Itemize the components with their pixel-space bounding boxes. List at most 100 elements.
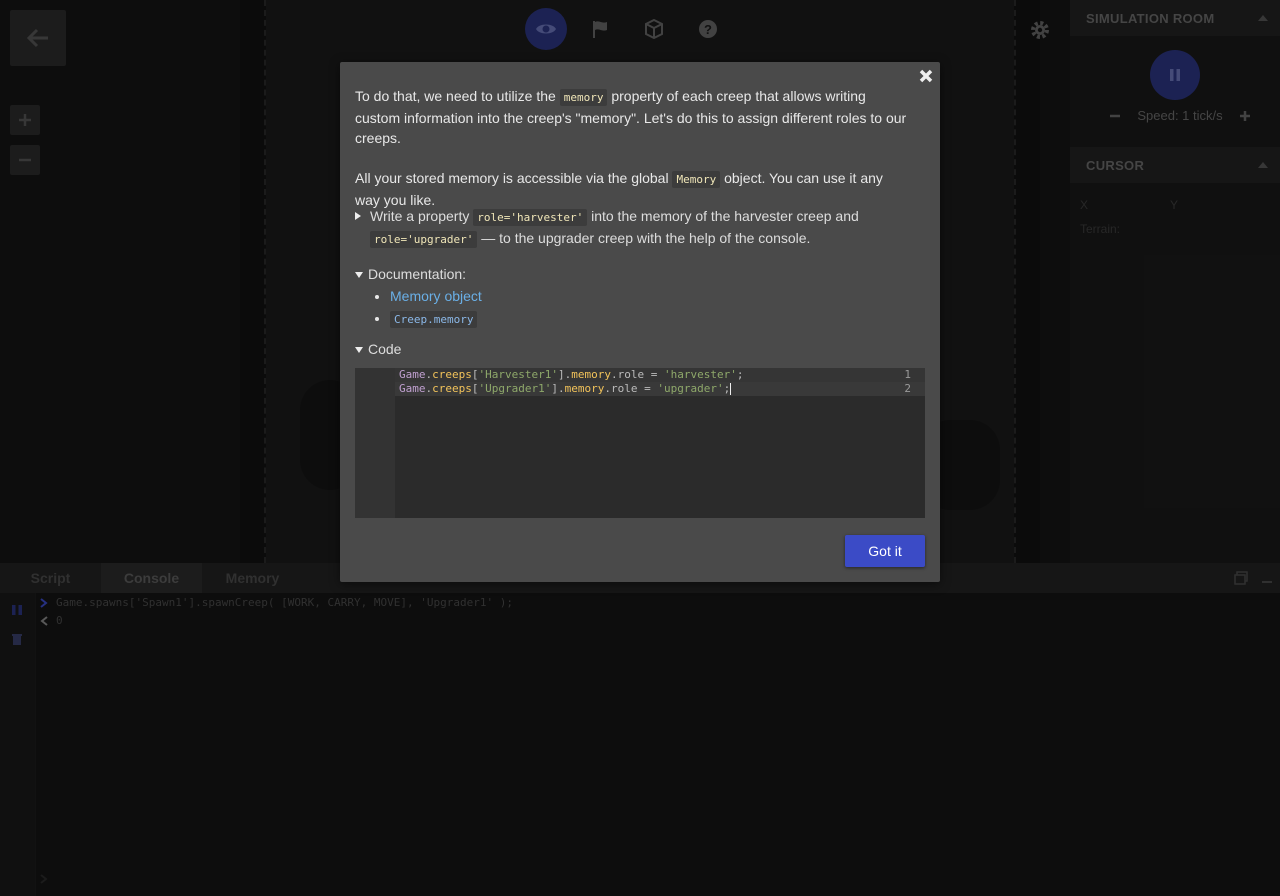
inline-code-Memory: Memory	[672, 171, 721, 188]
tab-script[interactable]: Script	[0, 563, 101, 593]
right-panel: SIMULATION ROOM Speed: 1 tick/s CURSOR X…	[1070, 0, 1280, 563]
tab-memory[interactable]: Memory	[202, 563, 303, 593]
cursor-header[interactable]: CURSOR	[1070, 147, 1280, 183]
tab-console[interactable]: Console	[101, 563, 202, 593]
inline-code-memory: memory	[559, 89, 608, 106]
code-token: .role =	[604, 382, 658, 395]
cursor-title: CURSOR	[1086, 157, 1145, 173]
memory-object-link[interactable]: Memory object	[390, 288, 482, 304]
code-token: [	[471, 368, 479, 381]
collapse-icon[interactable]	[1258, 15, 1268, 21]
text-run: To do that, we need to utilize the	[355, 88, 560, 104]
map-wall-left	[240, 0, 266, 563]
speed-decrease-icon[interactable]	[1110, 111, 1120, 121]
documentation-list: Memory object Creep.memory	[375, 286, 482, 330]
gear-icon	[1031, 21, 1049, 39]
pause-icon	[1170, 69, 1180, 81]
simulation-room-title: SIMULATION ROOM	[1086, 10, 1215, 26]
caret-down-icon	[355, 347, 363, 354]
code-token: ].	[551, 382, 565, 395]
paragraph-global-memory: All your stored memory is accessible via…	[355, 168, 910, 210]
console-input-line[interactable]	[40, 874, 48, 884]
popout-icon	[1234, 571, 1248, 585]
code-token: memory	[571, 368, 611, 381]
zoom-out-icon	[19, 158, 31, 162]
console-clear-button[interactable]	[11, 633, 23, 651]
speed-label: Speed: 1 tick/s	[1137, 108, 1223, 123]
code-token: 'upgrader'	[657, 382, 724, 395]
collapse-icon[interactable]	[1258, 162, 1268, 168]
tutorial-modal: To do that, we need to utilize the memor…	[340, 62, 940, 582]
zoom-in-icon	[19, 114, 31, 126]
trash-icon	[12, 634, 22, 645]
code-token: ].	[557, 368, 572, 381]
creep-memory-link[interactable]: Creep.memory	[390, 311, 478, 328]
line-number: 1	[904, 368, 911, 381]
code-token: Game	[399, 368, 426, 381]
code-editor[interactable]: 1 2 Game.creeps['Harvester1'].memory.rol…	[355, 368, 925, 518]
minimize-button[interactable]	[1254, 563, 1280, 593]
close-button[interactable]	[918, 68, 934, 84]
documentation-toggle[interactable]: Documentation:	[355, 266, 466, 282]
documentation-title: Documentation:	[368, 266, 467, 282]
pause-icon	[12, 605, 22, 615]
doc-item: Creep.memory	[390, 308, 482, 330]
text-run: Write a property	[370, 208, 474, 224]
speed-increase-icon[interactable]	[1240, 110, 1250, 121]
zoom-out-button[interactable]	[10, 145, 40, 175]
task-text: Write a property role='harvester' into t…	[355, 206, 910, 250]
console-result-text: 0	[56, 614, 63, 627]
text-run: — to the upgrader creep with the help of…	[477, 230, 811, 246]
help-icon: ?	[699, 20, 717, 38]
prompt-chevron-icon	[40, 874, 48, 884]
top-toolbar: ?	[525, 8, 729, 50]
code-title: Code	[368, 341, 402, 357]
code-token: 'harvester'	[663, 368, 737, 381]
svg-text:?: ?	[704, 22, 712, 37]
construct-tool-button[interactable]	[633, 8, 675, 50]
code-token: .role =	[610, 368, 664, 381]
help-tool-button[interactable]: ?	[687, 8, 729, 50]
console-command-line: Game.spawns['Spawn1'].spawnCreep( [WORK,…	[40, 596, 513, 609]
code-token: [	[471, 382, 479, 395]
console-output[interactable]: Game.spawns['Spawn1'].spawnCreep( [WORK,…	[36, 593, 1280, 896]
inline-code-role-harvester: role='harvester'	[473, 209, 588, 226]
code-token: 'Harvester1'	[478, 368, 558, 381]
popout-button[interactable]	[1228, 563, 1254, 593]
code-token: creeps	[432, 382, 472, 395]
cursor-y-label: Y	[1170, 198, 1179, 212]
settings-button[interactable]	[1025, 15, 1055, 45]
text-run: All your stored memory is accessible via…	[355, 170, 673, 186]
task-objective[interactable]: Write a property role='harvester' into t…	[355, 206, 910, 250]
zoom-in-button[interactable]	[10, 105, 40, 135]
code-token: ;	[736, 368, 744, 381]
line-gutter	[355, 368, 395, 518]
pause-button[interactable]	[1150, 50, 1200, 100]
console-sidebar	[0, 593, 35, 896]
code-token: memory	[564, 382, 605, 395]
speed-control: Speed: 1 tick/s	[1110, 108, 1250, 123]
terrain-label: Terrain:	[1080, 222, 1121, 236]
back-arrow-icon	[26, 28, 48, 48]
got-it-button[interactable]: Got it	[845, 535, 925, 567]
eye-icon	[536, 24, 556, 34]
code-line-1: Game.creeps['Harvester1'].memory.role = …	[399, 368, 743, 381]
line-number: 2	[904, 382, 911, 395]
code-token: creeps	[432, 368, 472, 381]
console-pause-button[interactable]	[11, 603, 23, 621]
text-run: into the memory of the harvester creep a…	[587, 208, 859, 224]
text-cursor	[730, 383, 732, 395]
minimize-icon	[1262, 581, 1272, 583]
doc-item: Memory object	[390, 286, 482, 306]
caret-right-icon	[355, 212, 361, 220]
caret-down-icon	[355, 272, 363, 279]
console-command-text: Game.spawns['Spawn1'].spawnCreep( [WORK,…	[56, 596, 513, 609]
flag-tool-button[interactable]	[579, 8, 621, 50]
view-tool-button[interactable]	[525, 8, 567, 50]
simulation-room-header[interactable]: SIMULATION ROOM	[1070, 0, 1280, 36]
code-line-2: Game.creeps['Upgrader1'].memory.role = '…	[399, 382, 732, 395]
flag-icon	[593, 21, 607, 38]
close-icon	[919, 69, 933, 83]
back-button[interactable]	[10, 10, 66, 66]
code-toggle[interactable]: Code	[355, 341, 401, 357]
